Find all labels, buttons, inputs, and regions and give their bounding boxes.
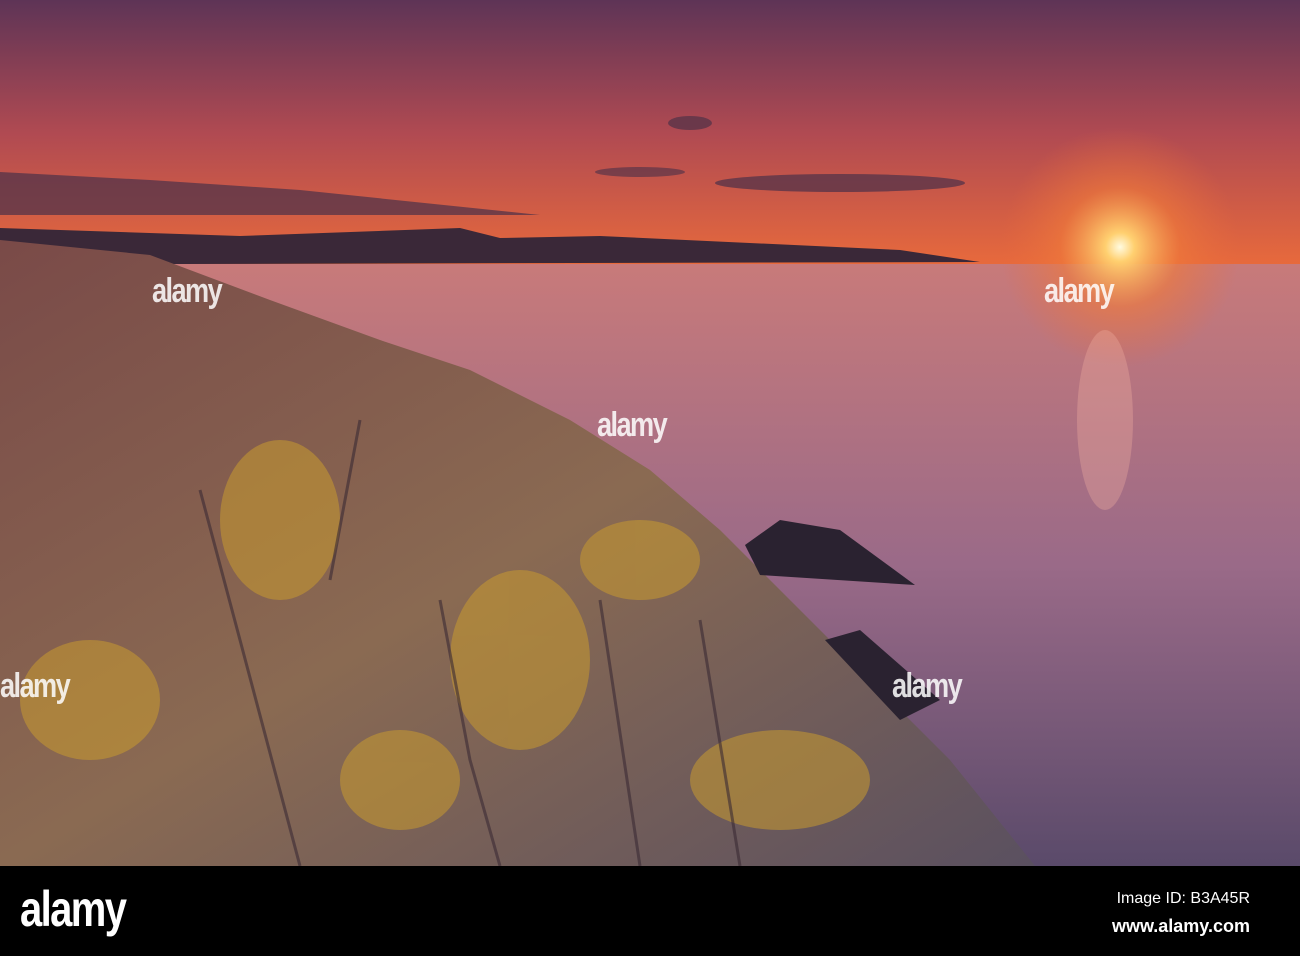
footer-bar: alamy Image ID: B3A45R www.alamy.com (0, 866, 1300, 956)
alamy-logo: alamy (20, 881, 127, 937)
watermark-text: alamy (152, 272, 223, 310)
watermark-text: alamy (892, 667, 963, 705)
watermark-text: alamy (597, 406, 668, 444)
watermark-text: alamy (1044, 272, 1115, 310)
image-id: Image ID: B3A45R (1116, 890, 1250, 907)
watermark-text: alamy (0, 667, 71, 705)
site-url: www.alamy.com (1111, 916, 1250, 936)
